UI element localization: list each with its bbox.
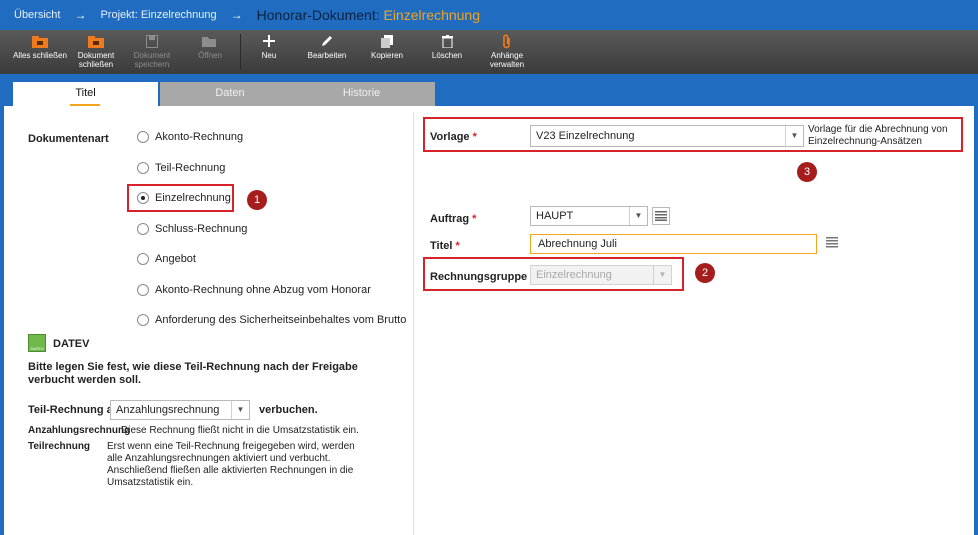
open-folder-icon: [202, 34, 218, 48]
breadcrumb-overview[interactable]: Übersicht: [14, 9, 60, 21]
partial-invoice-type-value: Anzahlungsrechnung: [116, 404, 220, 416]
document-type-label: Dokumentenart: [28, 133, 109, 145]
tab-title[interactable]: Titel: [13, 82, 158, 106]
new-button[interactable]: Neu: [241, 30, 297, 74]
order-value: HAUPT: [536, 210, 574, 222]
radio-circle: [137, 314, 149, 326]
folder-close-icon: [32, 34, 48, 48]
radio-circle: [137, 223, 149, 235]
annotation-badge-2: 2: [695, 263, 715, 283]
partial-invoice-type-select[interactable]: Anzahlungsrechnung ▼: [110, 400, 250, 420]
order-label-text: Auftrag: [430, 213, 470, 225]
order-list-button[interactable]: [652, 207, 670, 225]
datev-logo-text: DATEV: [30, 346, 44, 351]
save-document-label: Dokument speichern: [133, 51, 171, 69]
breadcrumb-arrow: →: [230, 8, 243, 22]
edit-button[interactable]: Bearbeiten: [297, 30, 357, 74]
new-label: Neu: [261, 51, 277, 60]
trash-icon: [441, 34, 453, 48]
order-label: Auftrag *: [430, 213, 476, 225]
annotation-box-3: [423, 117, 963, 152]
definition-term-anzahlung: Anzahlungsrechnung: [28, 425, 131, 436]
document-title: Honorar-Dokument: Einzelrechnung: [257, 7, 480, 23]
radio-angebot[interactable]: Angebot: [137, 253, 196, 265]
title-input[interactable]: Abrechnung Juli: [530, 234, 817, 254]
column-divider: [413, 112, 414, 535]
radio-label: Angebot: [155, 253, 196, 265]
document-title-prefix: Honorar-Dokument:: [256, 7, 380, 23]
edit-label: Bearbeiten: [307, 51, 347, 60]
copy-icon: [381, 34, 393, 48]
radio-akonto-ohne-abzug[interactable]: Akonto-Rechnung ohne Abzug vom Honorar: [137, 284, 371, 296]
breadcrumb-arrow: →: [74, 8, 87, 22]
annotation-badge-1: 1: [247, 190, 267, 210]
datev-label: DATEV: [53, 338, 90, 350]
title-label-text: Titel: [430, 240, 453, 252]
paperclip-icon: [502, 33, 512, 48]
chevron-down-icon: ▼: [231, 401, 249, 419]
partial-invoice-as-label: Teil-Rechnung als: [28, 404, 122, 416]
document-close-icon: [88, 34, 104, 48]
save-icon: [146, 34, 158, 48]
plus-icon: [263, 34, 275, 48]
post-label: verbuchen.: [259, 404, 318, 416]
datev-logo: DATEV: [28, 334, 46, 352]
definition-term-teilrechnung: Teilrechnung: [28, 441, 91, 452]
tab-title-label: Titel: [75, 87, 96, 99]
list-icon: [826, 237, 838, 248]
radio-circle: [137, 284, 149, 296]
radio-akonto-rechnung[interactable]: Akonto-Rechnung: [137, 131, 243, 143]
document-title-name: Einzelrechnung: [383, 7, 480, 23]
list-icon: [655, 211, 667, 221]
breadcrumb-project[interactable]: Projekt: Einzelrechnung: [100, 9, 216, 21]
radio-circle: [137, 131, 149, 143]
tab-bar: Titel Daten Historie: [0, 74, 978, 106]
tab-history-label: Historie: [342, 87, 381, 99]
close-document-button[interactable]: Dokument schließen: [68, 30, 124, 74]
radio-circle: [137, 162, 149, 174]
title-list-button[interactable]: [826, 237, 838, 251]
copy-label: Kopieren: [370, 51, 404, 60]
radio-teil-rechnung[interactable]: Teil-Rechnung: [137, 162, 225, 174]
annotation-box-2: [423, 257, 684, 291]
annotation-badge-3: 3: [797, 162, 817, 182]
tab-data-label: Daten: [215, 87, 245, 99]
definition-text-teilrechnung: Erst wenn eine Teil-Rechnung freigegeben…: [107, 441, 355, 488]
radio-label: Akonto-Rechnung: [155, 131, 244, 143]
title-label: Titel *: [430, 240, 460, 252]
title-value: Abrechnung Juli: [538, 238, 617, 250]
radio-label: Schluss-Rechnung: [155, 223, 248, 235]
radio-schluss-rechnung[interactable]: Schluss-Rechnung: [137, 223, 247, 235]
radio-label: Akonto-Rechnung ohne Abzug vom Honorar: [155, 284, 371, 296]
delete-button[interactable]: Löschen: [417, 30, 477, 74]
toolbar: Alles schließen Dokument schließen Dokum…: [0, 30, 978, 74]
annotation-box-1: [127, 184, 234, 212]
close-all-button[interactable]: Alles schließen: [12, 30, 68, 74]
chevron-down-icon: ▼: [629, 207, 647, 225]
save-document-button[interactable]: Dokument speichern: [124, 30, 180, 74]
datev-hint: Bitte legen Sie fest, wie diese Teil-Rec…: [28, 361, 358, 386]
radio-label: Anforderung des Sicherheitseinbehaltes v…: [155, 314, 407, 326]
radio-sicherheitseinbehalt[interactable]: Anforderung des Sicherheitseinbehaltes v…: [137, 314, 406, 326]
copy-button[interactable]: Kopieren: [357, 30, 417, 74]
attachments-button[interactable]: Anhänge verwalten: [477, 30, 537, 74]
pencil-icon: [321, 34, 333, 48]
order-select[interactable]: HAUPT ▼: [530, 206, 648, 226]
required-mark: *: [472, 213, 477, 225]
close-all-label: Alles schließen: [13, 51, 67, 60]
attachments-label: Anhänge verwalten: [489, 51, 525, 69]
open-label: Öffnen: [198, 51, 222, 60]
delete-label: Löschen: [431, 51, 463, 60]
radio-label: Teil-Rechnung: [155, 162, 226, 174]
required-mark: *: [455, 240, 460, 252]
open-button[interactable]: Öffnen: [180, 30, 240, 74]
definition-text-anzahlung: Diese Rechnung fließt nicht in die Umsat…: [121, 425, 359, 436]
close-document-label: Dokument schließen: [77, 51, 115, 69]
breadcrumb-bar: Übersicht → Projekt: Einzelrechnung → Ho…: [0, 0, 978, 30]
tab-history[interactable]: Historie: [288, 82, 435, 106]
tab-data[interactable]: Daten: [160, 82, 300, 106]
radio-circle: [137, 253, 149, 265]
